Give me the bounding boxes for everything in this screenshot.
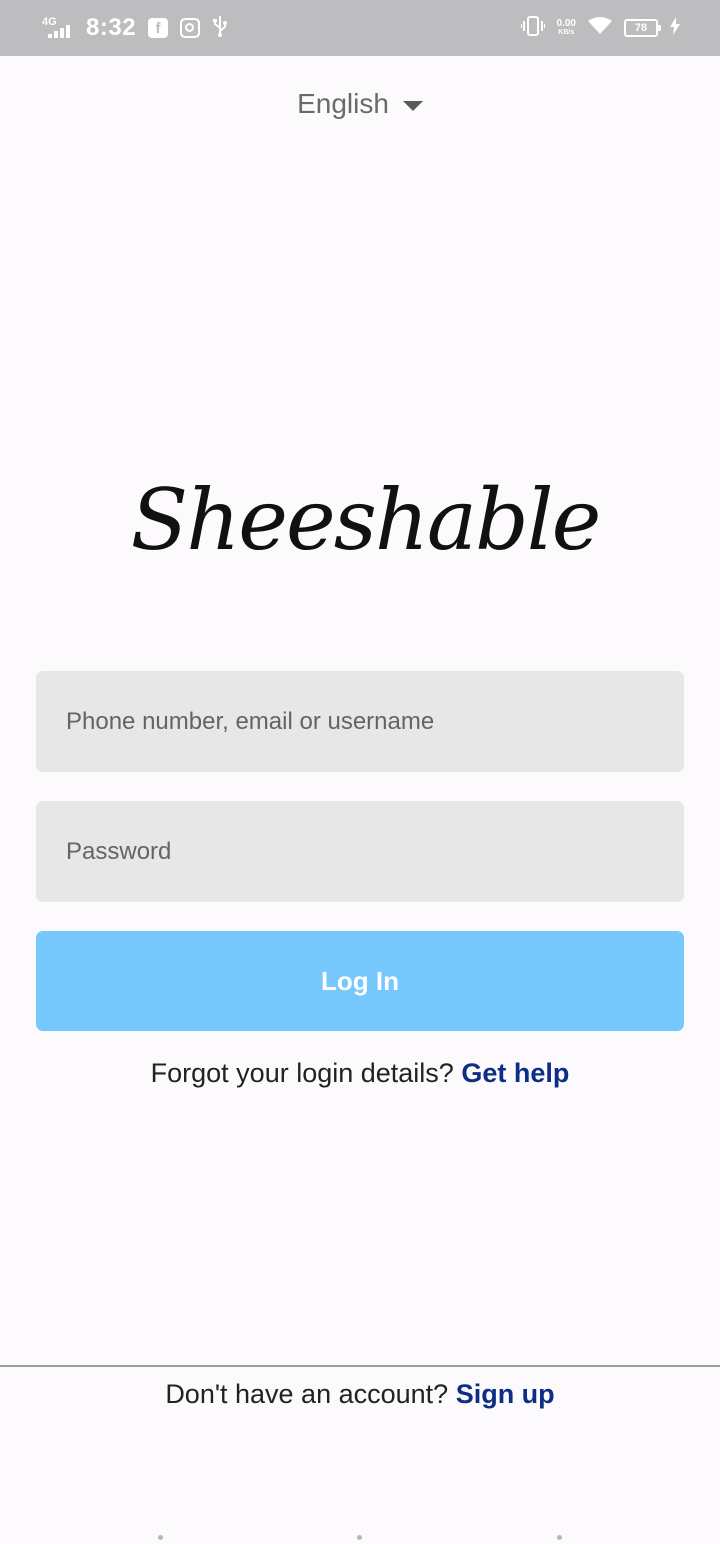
forgot-login-prompt: Forgot your login details? bbox=[150, 1058, 454, 1088]
charging-icon bbox=[670, 16, 680, 40]
password-field[interactable] bbox=[36, 801, 684, 902]
app-logo: Sheeshable bbox=[131, 470, 602, 570]
vibrate-icon bbox=[519, 15, 546, 41]
login-button[interactable]: Log In bbox=[36, 931, 684, 1031]
status-bar-left: 4G 8:32 f bbox=[40, 0, 228, 56]
forgot-login-row: Forgot your login details? Get help bbox=[0, 1058, 720, 1089]
navigation-bar bbox=[0, 1535, 720, 1541]
instagram-icon bbox=[180, 18, 201, 38]
chevron-down-icon bbox=[402, 100, 423, 111]
sign-up-link[interactable]: Sign up bbox=[456, 1379, 555, 1409]
nav-dot-recents[interactable] bbox=[557, 1535, 562, 1540]
nav-dot-home[interactable] bbox=[357, 1535, 362, 1540]
signup-prompt: Don't have an account? bbox=[165, 1379, 449, 1409]
status-bar-right: 0.00 KB/s 78 bbox=[519, 0, 680, 56]
nav-dot-back[interactable] bbox=[158, 1535, 163, 1540]
username-field[interactable] bbox=[36, 671, 684, 772]
divider bbox=[0, 1365, 720, 1367]
clock: 8:32 bbox=[86, 14, 137, 41]
usb-icon bbox=[212, 15, 228, 41]
get-help-link[interactable]: Get help bbox=[461, 1058, 569, 1088]
signup-row: Don't have an account? Sign up bbox=[0, 1379, 720, 1410]
battery-icon: 78 bbox=[624, 19, 661, 37]
language-label: English bbox=[297, 88, 389, 119]
battery-level: 78 bbox=[634, 22, 648, 34]
cellular-signal-icon: 4G bbox=[40, 16, 74, 40]
status-bar: 4G 8:32 f 0.00 KB/s 78 bbox=[0, 0, 720, 56]
language-selector[interactable]: English bbox=[0, 82, 720, 126]
network-speed: 0.00 KB/s bbox=[556, 18, 576, 37]
facebook-icon: f bbox=[148, 18, 169, 38]
wifi-icon bbox=[588, 16, 612, 40]
logo-text: Sheeshable bbox=[130, 471, 602, 569]
